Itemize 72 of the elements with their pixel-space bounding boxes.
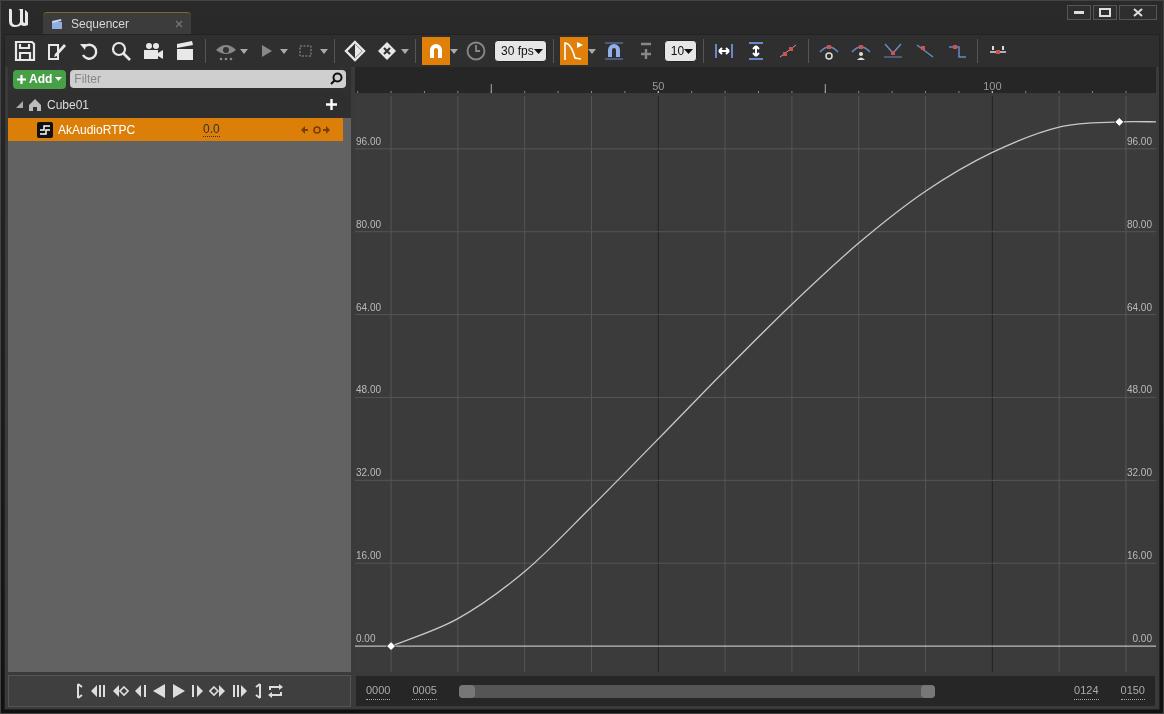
next-frame-icon[interactable] <box>230 682 249 700</box>
maximize-icon <box>1099 8 1111 17</box>
audio-track-icon <box>37 121 53 138</box>
value-field[interactable]: 0.0 <box>203 122 220 137</box>
caret-icon[interactable] <box>401 48 409 54</box>
jump-to-start-icon[interactable] <box>74 682 85 700</box>
caret-icon <box>684 48 694 54</box>
key-navigation-icon[interactable] <box>376 40 398 62</box>
minimize-icon <box>1074 11 1084 14</box>
frame-label: 100 <box>983 80 1002 92</box>
view-end[interactable]: 0124 <box>1074 682 1099 700</box>
tree-row[interactable]: Cube01 <box>8 91 351 118</box>
value-label: 80.00 <box>1126 218 1152 230</box>
play-icon[interactable] <box>170 682 187 700</box>
range-start[interactable]: 0000 <box>366 682 391 700</box>
caret-icon[interactable] <box>240 48 248 54</box>
plus-icon <box>17 74 26 84</box>
search-icon[interactable] <box>110 40 132 62</box>
view-start[interactable]: 0005 <box>412 682 437 700</box>
camera-icon[interactable] <box>142 40 164 62</box>
value-label: 16.00 <box>356 550 382 562</box>
range-scrollbar[interactable] <box>458 684 935 698</box>
logo-icon <box>6 6 30 28</box>
value-label: 0.00 <box>1132 633 1152 645</box>
tab-title: Sequencer <box>71 15 130 33</box>
next-key-icon[interactable] <box>208 682 227 700</box>
caret-icon <box>55 77 63 81</box>
caret-icon[interactable] <box>450 48 458 54</box>
search-icon[interactable] <box>330 72 343 85</box>
value-label: 32.00 <box>356 467 382 479</box>
value-label: 48.00 <box>356 384 382 396</box>
value-label: 96.00 <box>356 135 382 147</box>
clapperboard-icon[interactable] <box>174 40 196 62</box>
sequencer-tab[interactable]: Sequencer <box>43 12 191 34</box>
clock-icon[interactable] <box>465 40 487 62</box>
value-label: 32.00 <box>1126 467 1152 479</box>
caret-icon[interactable] <box>280 48 288 54</box>
key-icon[interactable] <box>344 40 366 62</box>
loop-icon[interactable] <box>266 682 285 700</box>
filter-field[interactable]: Filter <box>70 70 346 88</box>
tree-label: Cube01 <box>47 96 91 114</box>
caret-icon <box>533 48 543 54</box>
value-label: 80.00 <box>356 218 382 230</box>
value-label: 64.00 <box>1126 301 1152 313</box>
maximize-button[interactable] <box>1093 5 1117 20</box>
expander-icon[interactable] <box>16 101 23 108</box>
snap-value-dropdown[interactable]: 10 <box>663 40 698 62</box>
actor-icon <box>28 97 42 112</box>
keyframe[interactable] <box>1114 116 1125 127</box>
value-label: 64.00 <box>356 301 382 313</box>
frame-label: 50 <box>652 80 665 92</box>
close-icon <box>1133 8 1143 17</box>
value-label: 48.00 <box>1126 384 1152 396</box>
minimize-button[interactable] <box>1067 5 1091 20</box>
caret-icon[interactable] <box>587 48 596 54</box>
caret-icon[interactable] <box>320 48 328 54</box>
clapper-icon <box>51 17 63 30</box>
add-track-icon[interactable] <box>326 99 337 110</box>
value-label: 0.00 <box>356 633 376 645</box>
magnet-icon[interactable] <box>602 40 625 62</box>
fps-dropdown[interactable]: 30 fps <box>494 40 547 62</box>
keyframe[interactable] <box>386 641 397 652</box>
save-icon[interactable] <box>14 40 36 62</box>
close-icon[interactable] <box>175 19 183 28</box>
value-label: 16.00 <box>1126 550 1152 562</box>
close-button[interactable] <box>1119 5 1157 20</box>
curve-editor-icon[interactable] <box>562 40 585 62</box>
value-label: 96.00 <box>1126 135 1152 147</box>
track-row[interactable]: AkAudioRTPC 0.0 <box>8 118 343 141</box>
track-label: AkAudioRTPC <box>58 121 137 139</box>
step-forward-icon[interactable] <box>190 682 205 700</box>
range-end[interactable]: 0150 <box>1120 682 1145 700</box>
